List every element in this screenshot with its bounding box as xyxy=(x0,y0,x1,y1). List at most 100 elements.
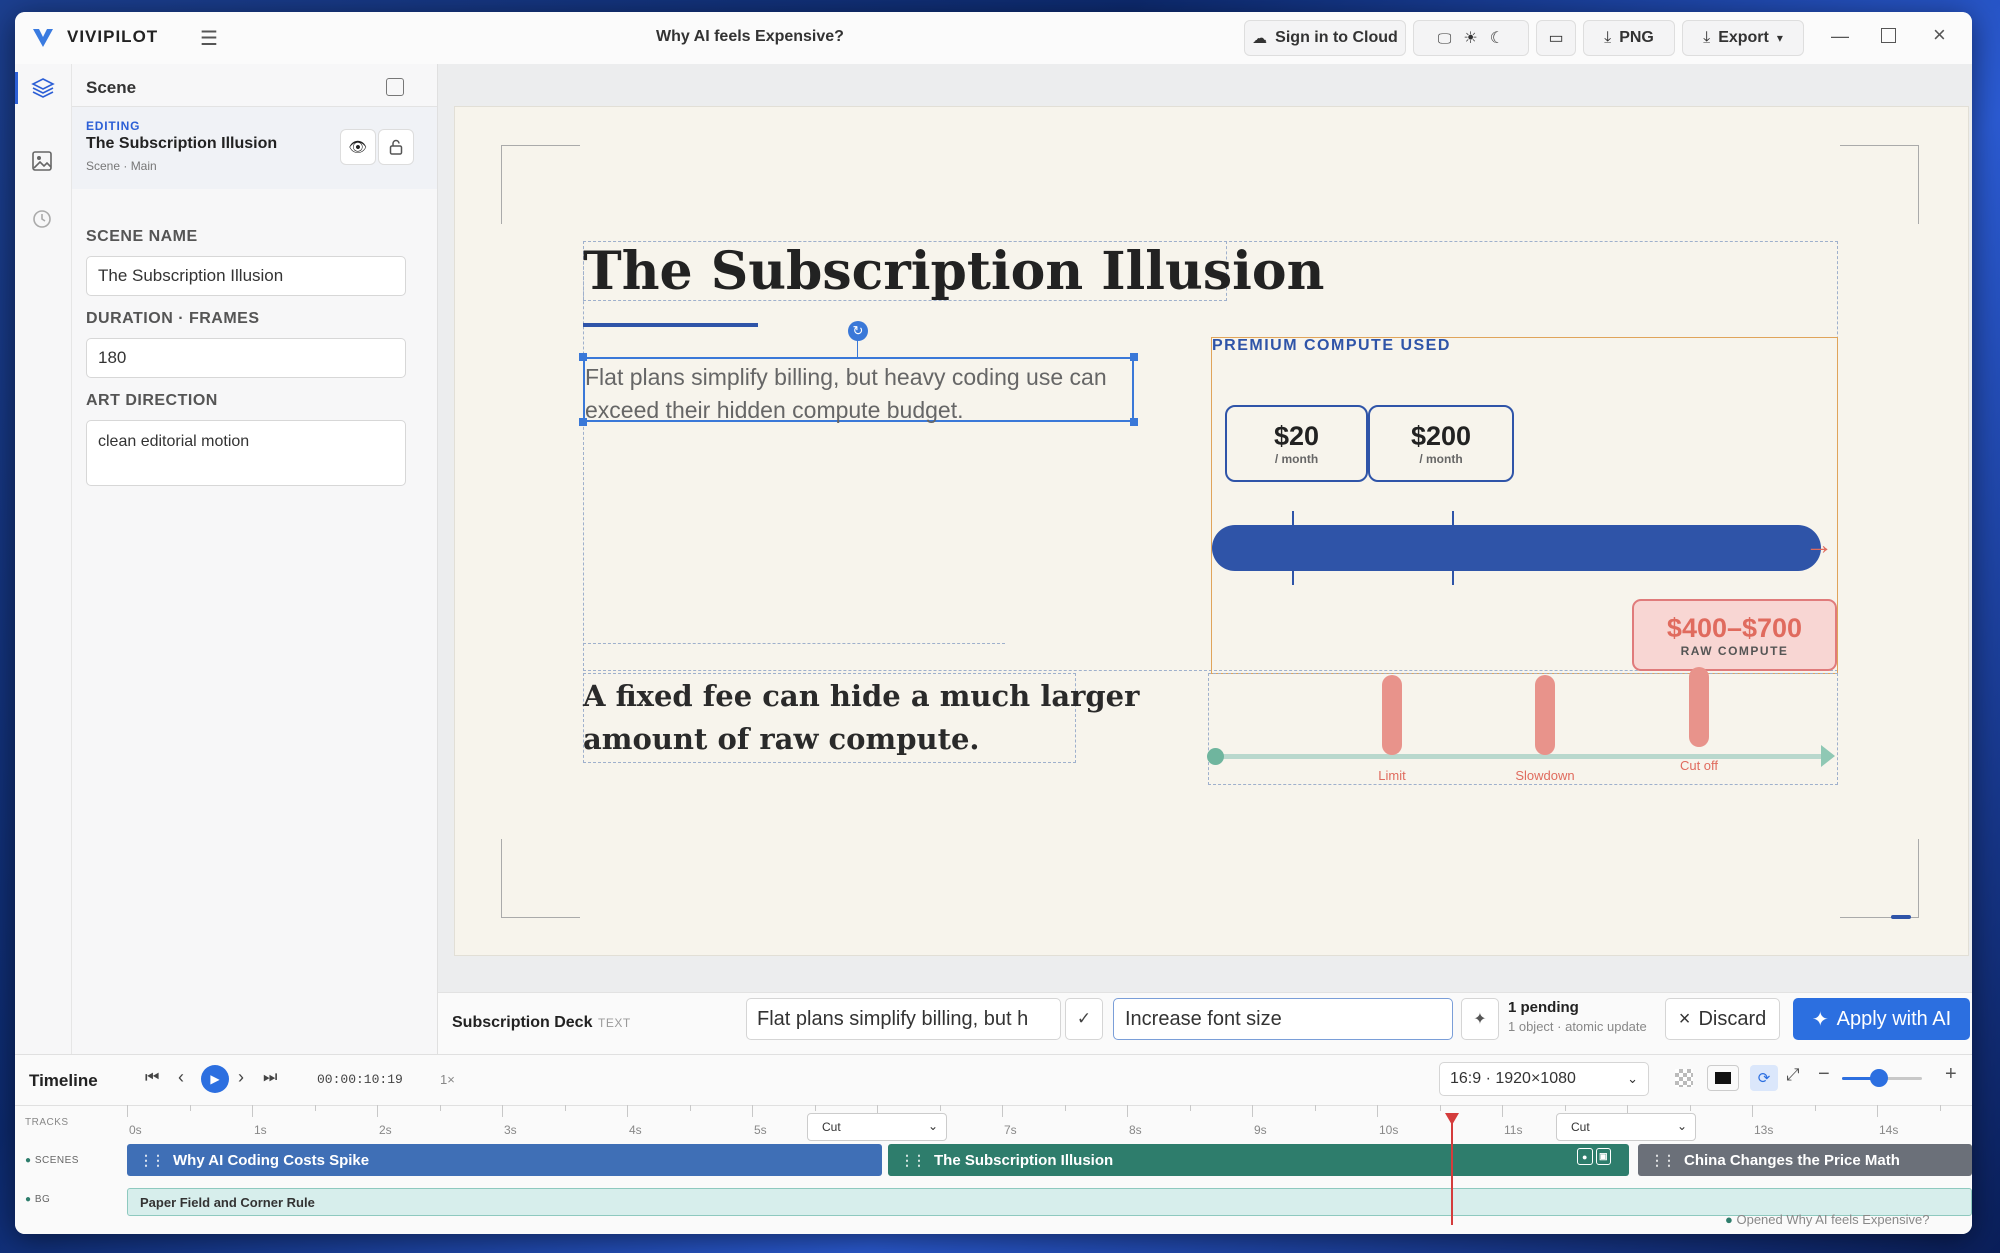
lock-icon[interactable] xyxy=(378,129,414,165)
apply-with-ai-button[interactable]: ✦ Apply with AI xyxy=(1793,998,1970,1040)
ruler-subtick xyxy=(439,1105,441,1111)
moon-icon[interactable]: ☾ xyxy=(1490,28,1504,48)
price-card-200[interactable]: $200 / month xyxy=(1368,405,1514,482)
drag-handle-icon[interactable]: ⋮⋮ xyxy=(1650,1152,1676,1169)
track-start-dot xyxy=(1207,748,1224,765)
slide-canvas[interactable]: The Subscription Illusion Flat plans sim… xyxy=(454,106,1969,956)
transition-select-2[interactable]: Cut ⌄ xyxy=(1556,1113,1696,1141)
aspect-ratio-value: 16:9 · 1920×1080 xyxy=(1450,1070,1576,1087)
ai-prompt-input[interactable]: Increase font size xyxy=(1113,998,1453,1040)
scene-clip-2[interactable]: ⋮⋮ The Subscription Illusion ● ▣ xyxy=(888,1144,1629,1176)
expand-icon[interactable]: ⤢ xyxy=(1786,1065,1800,1085)
rotate-stem xyxy=(857,339,858,357)
ruler-tick-label: 2s xyxy=(379,1123,392,1137)
drag-handle-icon[interactable]: ⋮⋮ xyxy=(139,1152,165,1169)
zoom-slider-thumb[interactable] xyxy=(1870,1069,1888,1087)
sparkle-icon[interactable]: ✦ xyxy=(1461,998,1499,1040)
zoom-out-icon[interactable]: − xyxy=(1818,1063,1830,1086)
sign-in-cloud-button[interactable]: ☁ Sign in to Cloud xyxy=(1244,20,1406,56)
sign-in-label: Sign in to Cloud xyxy=(1275,29,1398,46)
ruler-tick-label: 0s xyxy=(129,1123,142,1137)
discard-button[interactable]: × Discard xyxy=(1665,998,1780,1040)
scene-clip-1[interactable]: ⋮⋮ Why AI Coding Costs Spike xyxy=(127,1144,882,1176)
resize-handle[interactable] xyxy=(1130,418,1138,426)
sun-icon[interactable]: ☀ xyxy=(1463,28,1477,48)
lock-icon[interactable]: ▣ xyxy=(1595,1148,1611,1165)
corner-rule-tl xyxy=(501,145,580,224)
editing-card[interactable]: EDITING The Subscription Illusion Scene … xyxy=(72,107,437,189)
resize-handle[interactable] xyxy=(579,418,587,426)
text-value-input[interactable]: Flat plans simplify billing, but h xyxy=(746,998,1061,1040)
comments-button[interactable]: ▭ xyxy=(1536,20,1576,56)
bg-clip[interactable]: Paper Field and Corner Rule xyxy=(127,1188,1972,1216)
skip-start-icon[interactable]: ⏮ xyxy=(145,1069,159,1087)
step-forward-icon[interactable]: › xyxy=(238,1067,244,1088)
ruler-tick xyxy=(1752,1105,1753,1117)
status-dot-icon: ● xyxy=(1725,1212,1733,1227)
playback-speed[interactable]: 1× xyxy=(440,1072,455,1087)
transparency-grid-icon[interactable] xyxy=(1675,1069,1693,1087)
step-back-icon[interactable]: ‹ xyxy=(178,1067,184,1088)
progress-marker xyxy=(1891,915,1911,919)
eye-icon[interactable]: ● xyxy=(1577,1148,1593,1165)
export-button[interactable]: ⤓ Export ▾ xyxy=(1682,20,1804,56)
scene-name-input[interactable]: The Subscription Illusion xyxy=(86,256,406,296)
selected-text-box[interactable]: Flat plans simplify billing, but heavy c… xyxy=(583,357,1134,423)
play-icon[interactable]: ▶ xyxy=(201,1065,229,1093)
scenes-track-label: ● SCENES xyxy=(25,1155,79,1166)
playhead[interactable] xyxy=(1451,1119,1453,1225)
clip-label: China Changes the Price Math xyxy=(1684,1151,1900,1169)
slide-title[interactable]: The Subscription Illusion xyxy=(583,241,1324,302)
track-end-arrow-icon xyxy=(1821,745,1835,767)
price-value: $20 xyxy=(1273,421,1320,451)
monitor-icon[interactable]: 🖵 xyxy=(1438,30,1452,47)
resize-handle[interactable] xyxy=(579,353,587,361)
ruler-tick-label: 10s xyxy=(1379,1123,1399,1137)
ruler-subtick xyxy=(1564,1105,1566,1111)
compute-bar[interactable] xyxy=(1212,525,1821,571)
playhead-handle-icon[interactable] xyxy=(1445,1113,1459,1125)
theme-switcher[interactable]: 🖵 ☀ ☾ xyxy=(1413,20,1529,56)
title-bar: VIVIPILOT ☰ Why AI feels Expensive? ☁ Si… xyxy=(15,12,1972,65)
history-icon[interactable] xyxy=(31,208,53,230)
skip-end-icon[interactable]: ⏭ xyxy=(263,1069,277,1087)
limit-marker[interactable] xyxy=(1382,675,1402,755)
ruler-tick xyxy=(752,1105,753,1117)
minimize-icon[interactable]: — xyxy=(1831,26,1849,47)
canvas-stage: The Subscription Illusion Flat plans sim… xyxy=(438,64,1972,1004)
ruler-subtick xyxy=(1689,1105,1691,1111)
confirm-check-icon[interactable]: ✓ xyxy=(1065,998,1103,1040)
rotate-handle-icon[interactable]: ↻ xyxy=(848,321,868,341)
resize-handle[interactable] xyxy=(1130,353,1138,361)
art-direction-textarea[interactable]: clean editorial motion xyxy=(86,420,406,486)
ruler-tick xyxy=(127,1105,128,1117)
collapse-panel-icon[interactable] xyxy=(386,78,404,96)
scene-clip-3[interactable]: ⋮⋮ China Changes the Price Math xyxy=(1638,1144,1972,1176)
background-color-button[interactable] xyxy=(1707,1065,1739,1091)
clip-label: Paper Field and Corner Rule xyxy=(140,1194,315,1210)
zoom-in-icon[interactable]: + xyxy=(1945,1063,1957,1086)
image-icon[interactable] xyxy=(31,150,53,172)
menu-icon[interactable]: ☰ xyxy=(195,25,223,51)
duration-input[interactable]: 180 xyxy=(86,338,406,378)
export-png-button[interactable]: ⤓ PNG xyxy=(1583,20,1675,56)
aspect-ratio-select[interactable]: 16:9 · 1920×1080 ⌄ xyxy=(1439,1062,1649,1096)
visibility-eye-icon[interactable]: 👁 xyxy=(340,129,376,165)
transition-select-1[interactable]: Cut ⌄ xyxy=(807,1113,947,1141)
slide-body-text[interactable]: Flat plans simplify billing, but heavy c… xyxy=(585,361,1130,427)
raw-compute-card[interactable]: $400–$700 RAW COMPUTE xyxy=(1632,599,1837,671)
deck-name: Subscription Deck xyxy=(452,1014,593,1031)
drag-handle-icon[interactable]: ⋮⋮ xyxy=(900,1152,926,1169)
slowdown-marker[interactable] xyxy=(1535,675,1555,755)
close-icon[interactable]: × xyxy=(1933,22,1946,48)
cutoff-marker[interactable] xyxy=(1689,667,1709,747)
timecode: 00:00:10:19 xyxy=(317,1072,403,1087)
layers-icon[interactable] xyxy=(31,76,55,100)
quote-text[interactable]: A fixed fee can hide a much larger amoun… xyxy=(583,675,1139,761)
png-label: PNG xyxy=(1619,29,1654,46)
maximize-icon[interactable] xyxy=(1881,28,1896,43)
chart-label[interactable]: PREMIUM COMPUTE USED xyxy=(1212,337,1451,355)
snap-icon[interactable]: ⟳ xyxy=(1750,1065,1778,1091)
price-card-20[interactable]: $20 / month xyxy=(1225,405,1368,482)
ruler-subtick xyxy=(939,1105,941,1111)
